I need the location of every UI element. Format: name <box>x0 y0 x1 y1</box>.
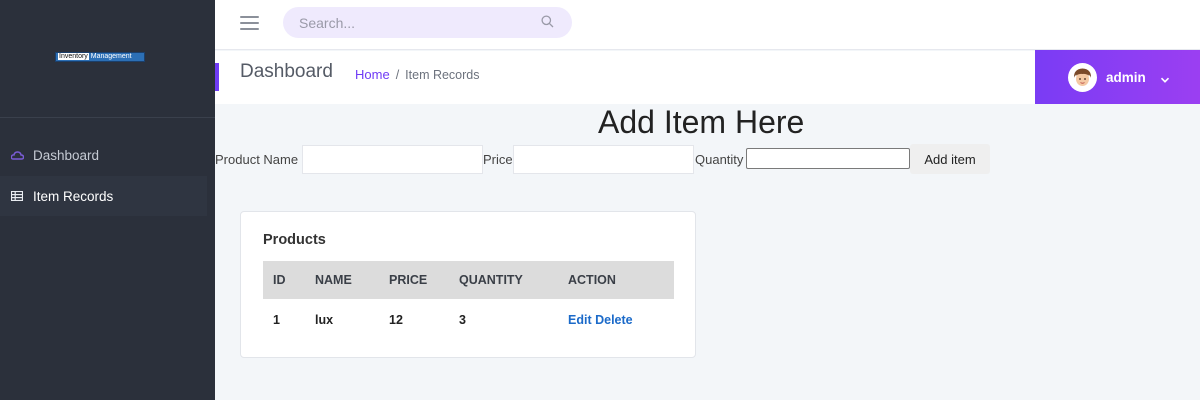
cell-price: 12 <box>389 312 403 327</box>
search-icon[interactable] <box>541 15 555 29</box>
sidebar-item-label: Dashboard <box>33 147 100 163</box>
cell-id: 1 <box>273 312 280 327</box>
cloud-icon <box>10 148 24 162</box>
column-header-quantity: QUANTITY <box>459 273 523 287</box>
product-name-label: Product Name <box>215 152 299 167</box>
breadcrumb-home-link[interactable]: Home <box>355 67 390 82</box>
breadcrumb-separator: / <box>395 68 400 82</box>
logo-text-secondary: Management <box>90 53 132 60</box>
sidebar: Inventory Management Dashboard Item Reco… <box>0 0 215 400</box>
avatar <box>1068 62 1097 92</box>
quantity-label: Quantity <box>695 152 744 167</box>
cell-quantity: 3 <box>459 312 466 327</box>
sidebar-item-dashboard[interactable]: Dashboard <box>0 135 207 175</box>
breadcrumb-current: Item Records <box>405 68 480 82</box>
add-item-button[interactable]: Add item <box>910 144 990 174</box>
column-header-name: NAME <box>315 273 352 287</box>
table-row: 1 lux 12 3 Edit Delete <box>263 299 674 340</box>
username: admin <box>1106 69 1146 85</box>
products-table: ID NAME PRICE QUANTITY ACTION 1 lux 12 3… <box>263 261 674 340</box>
products-title: Products <box>263 232 326 248</box>
page-title: Dashboard <box>240 61 333 82</box>
header-accent-bar <box>215 63 219 91</box>
product-name-input[interactable] <box>302 145 483 174</box>
page-header: Dashboard Home / Item Records <box>215 51 1035 104</box>
table-header-row: ID NAME PRICE QUANTITY ACTION <box>263 261 674 299</box>
sidebar-item-item-records[interactable]: Item Records <box>0 176 207 216</box>
search-input[interactable] <box>283 7 572 38</box>
menu-icon[interactable] <box>240 16 259 30</box>
price-label: Price <box>483 152 513 167</box>
delete-link[interactable]: Delete <box>595 313 633 327</box>
user-menu[interactable]: admin <box>1035 50 1200 104</box>
sidebar-item-label: Item Records <box>33 188 114 204</box>
quantity-input[interactable] <box>746 148 910 169</box>
form-title: Add Item Here <box>598 104 805 140</box>
breadcrumb: Home / Item Records <box>355 67 480 82</box>
chevron-down-icon <box>1160 72 1170 83</box>
logo-text-primary: Inventory <box>58 53 89 60</box>
column-header-price: PRICE <box>389 273 428 287</box>
logo[interactable]: Inventory Management <box>55 52 145 62</box>
column-header-action: ACTION <box>568 273 616 287</box>
column-header-id: ID <box>273 273 286 287</box>
cell-name: lux <box>315 312 334 327</box>
table-icon <box>10 189 24 203</box>
edit-link[interactable]: Edit <box>568 313 592 327</box>
products-card: Products ID NAME PRICE QUANTITY ACTION 1… <box>240 211 696 358</box>
cell-action: Edit Delete <box>558 299 674 340</box>
topbar <box>215 0 1200 50</box>
price-input[interactable] <box>513 145 694 174</box>
logo-area: Inventory Management <box>0 0 215 118</box>
